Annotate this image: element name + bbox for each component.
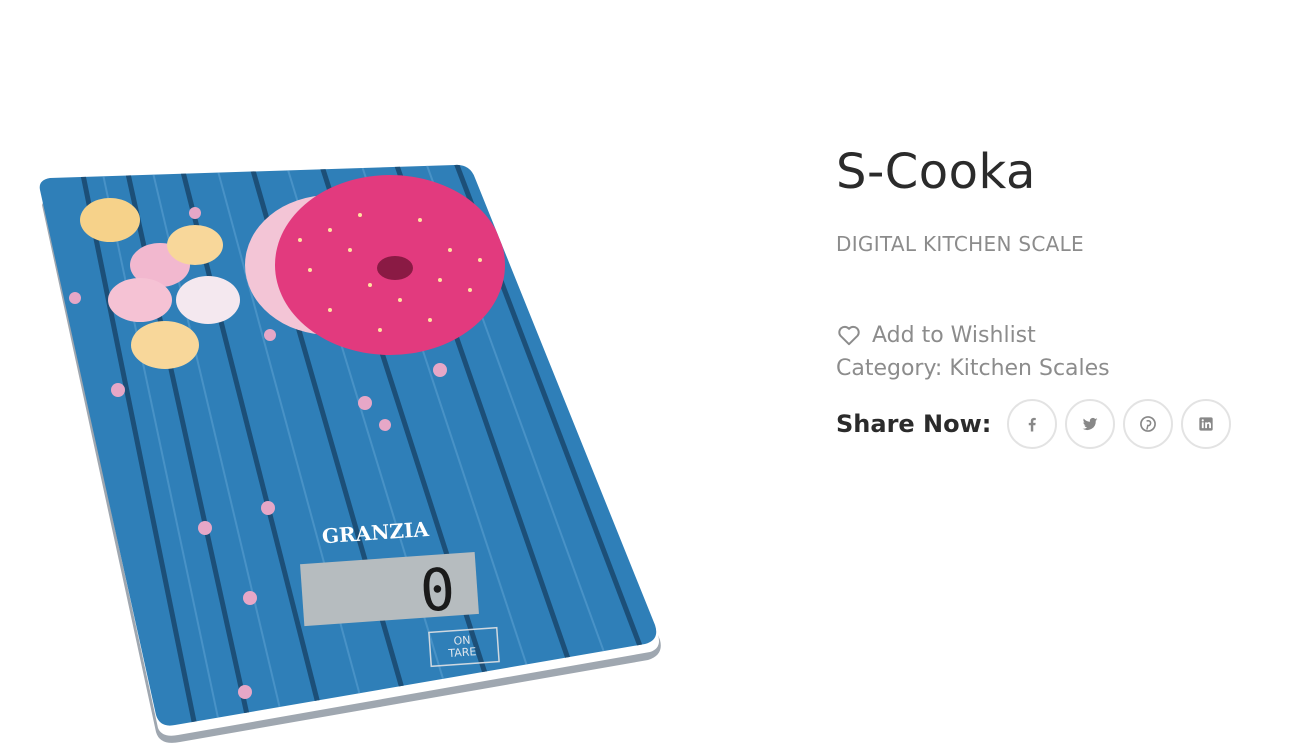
product-category: Category: Kitchen Scales (836, 356, 1276, 381)
tare-label-tare: TARE (447, 645, 477, 660)
share-facebook-button[interactable] (1007, 399, 1058, 449)
twitter-icon (1082, 417, 1098, 431)
category-link[interactable]: Kitchen Scales (949, 356, 1109, 381)
share-twitter-button[interactable] (1065, 399, 1116, 449)
linkedin-icon (1199, 417, 1214, 431)
share-bar: Share Now: (836, 399, 1276, 449)
scale-display-value: 0 (418, 555, 458, 625)
share-pinterest-button[interactable] (1123, 399, 1174, 449)
product-image: GRANZIA 0 ON TARE (0, 120, 700, 751)
pinterest-icon (1140, 416, 1157, 432)
heart-outline-icon (838, 325, 860, 346)
share-label: Share Now: (836, 410, 992, 438)
product-info: S-Cooka DIGITAL KITCHEN SCALE Add to Wis… (836, 140, 1276, 449)
add-to-wishlist-link[interactable]: Add to Wishlist (836, 322, 1276, 348)
product-subtitle: DIGITAL KITCHEN SCALE (836, 232, 1084, 256)
category-prefix: Category: (836, 356, 943, 381)
facebook-icon (1029, 417, 1037, 432)
product-title: S-Cooka (836, 144, 1036, 200)
wishlist-label: Add to Wishlist (872, 322, 1036, 348)
share-linkedin-button[interactable] (1181, 399, 1232, 449)
